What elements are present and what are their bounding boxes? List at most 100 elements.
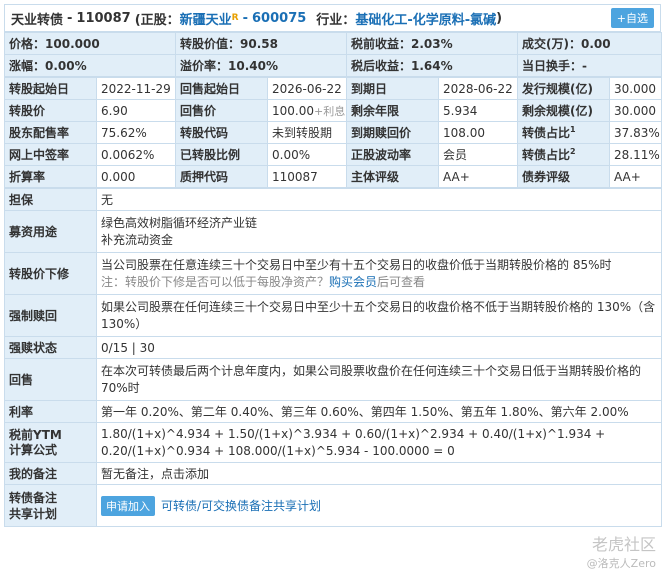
share-plan-link[interactable]: 可转债/可交换债备注共享计划 (161, 499, 321, 513)
issue-size-value: 30.000 (609, 77, 662, 100)
info-row: 网上中签率 0.0062% 已转股比例 0.00% 正股波动率 会员 转债占比2… (4, 143, 662, 166)
bond-ratio2-value: 28.11% (609, 143, 662, 166)
issue-size-label: 发行规模(亿) (517, 77, 610, 100)
volume-value: 0.00 (580, 37, 611, 51)
put-price-value: 100.00 (272, 103, 314, 118)
quote-row: 涨幅：0.00% 溢价率：10.40% 税后收益：1.64% 当日换手：- (4, 54, 662, 77)
put-price-extra: +利息 (314, 104, 346, 118)
info-row: 转股价 6.90 回售价 100.00+利息 剩余年限 5.934 剩余规模(亿… (4, 99, 662, 122)
reset-clause: 当公司股票在任意连续三十个交易日中至少有十五个交易日的收盘价低于当期转股价格的 … (101, 257, 612, 272)
ytm-formula: 1.80/(1+x)^4.934 + 1.50/(1+x)^3.934 + 0.… (96, 422, 662, 463)
bond-ratio2-sup: 2 (570, 147, 576, 156)
discount-rate-value: 0.000 (96, 165, 176, 188)
redeem-clause: 如果公司股票在任何连续三十个交易日中至少十五个交易日的收盘价格不低于当期转股价格… (96, 294, 662, 337)
issuer-rating-value: AA+ (438, 165, 518, 188)
industry-prefix: 行业： (316, 12, 356, 28)
detail-row: 强制赎回 如果公司股票在任何连续三十个交易日中至少十五个交易日的收盘价格不低于当… (4, 294, 662, 337)
apply-button[interactable]: 申请加入 (101, 495, 155, 516)
stock-name-link[interactable]: 新疆天业 (180, 9, 232, 28)
detail-table: 担保 无 募资用途 绿色高效树脂循环经济产业链 补充流动资金 转股价下修 当公司股… (4, 188, 662, 527)
turnover-label: 当日换手： (522, 59, 583, 73)
pledge-code-label: 质押代码 (175, 165, 268, 188)
industry-link[interactable]: 基础化工-化学原料-氯碱 (355, 9, 496, 28)
converted-ratio-label: 已转股比例 (175, 143, 268, 166)
detail-row: 税前YTM 计算公式 1.80/(1+x)^4.934 + 1.50/(1+x)^… (4, 422, 662, 463)
bond-detail-panel: 天业转债 - 110087 (正股： 新疆天业 R - 600075 行业： 基… (4, 4, 662, 527)
discount-rate-label: 折算率 (4, 165, 97, 188)
detail-row: 转债备注 共享计划 申请加入 可转债/可交换债备注共享计划 (4, 484, 662, 527)
placement-rate-label: 股东配售率 (4, 121, 97, 144)
add-watchlist-button[interactable]: +自选 (610, 8, 654, 28)
volatility-label: 正股波动率 (346, 143, 439, 166)
rate-value: 第一年 0.20%、第二年 0.40%、第三年 0.60%、第四年 1.50%、… (96, 400, 662, 423)
detail-row: 我的备注 暂无备注，点击添加 (4, 462, 662, 485)
redeem-status-label: 强赎状态 (4, 336, 97, 359)
bond-code: 110087 (76, 10, 131, 26)
bond-ratio1-sup: 1 (570, 125, 576, 134)
info-row: 转股起始日 2022-11-29 回售起始日 2026-06-22 到期日 20… (4, 77, 662, 100)
funds-item: 补充流动资金 (101, 232, 174, 247)
pretax-yield-value: 2.03% (411, 37, 453, 51)
price-label: 价格： (9, 37, 46, 51)
conv-start-value: 2022-11-29 (96, 77, 176, 100)
r-badge: R (231, 13, 239, 23)
premium-value: 10.40% (228, 59, 278, 73)
conv-value: 90.58 (240, 37, 278, 51)
detail-row: 担保 无 (4, 188, 662, 211)
conv-price-value: 6.90 (96, 99, 176, 122)
aftertax-yield-value: 1.64% (411, 59, 453, 73)
share-label: 转债备注 (9, 490, 58, 505)
remaining-size-value: 30.000 (609, 99, 662, 122)
pledge-code-value: 110087 (267, 165, 347, 188)
bond-ratio1-label: 转债占比 (522, 126, 571, 140)
bond-ratio1-value: 37.83% (609, 121, 662, 144)
close-paren: ) (496, 10, 503, 26)
premium-label: 溢价率： (180, 59, 229, 73)
conv-code-label: 转股代码 (175, 121, 268, 144)
remaining-size-label: 剩余规模(亿) (517, 99, 610, 122)
putback-label: 回售 (4, 358, 97, 401)
guarantee-value: 无 (96, 188, 662, 211)
put-start-label: 回售起始日 (175, 77, 268, 100)
stock-code-link[interactable]: 600075 (252, 11, 306, 26)
reset-note-suffix: 后可查看 (377, 274, 426, 289)
bond-rating-label: 债券评级 (517, 165, 610, 188)
share-label-2: 共享计划 (9, 506, 58, 521)
volatility-member-link[interactable]: 会员 (438, 143, 518, 166)
put-start-value: 2026-06-22 (267, 77, 347, 100)
buy-member-link[interactable]: 购买会员 (329, 275, 377, 289)
reset-note: 注：转股价下修是否可以低于每股净资产？ (101, 274, 330, 289)
remaining-years-label: 剩余年限 (346, 99, 439, 122)
info-grid: 转股起始日 2022-11-29 回售起始日 2026-06-22 到期日 20… (4, 77, 662, 188)
info-row: 折算率 0.000 质押代码 110087 主体评级 AA+ 债券评级 AA+ (4, 165, 662, 188)
aftertax-yield-label: 税后收益： (351, 59, 412, 73)
quote-row: 价格：100.000 转股价值：90.58 税前收益：2.03% 成交(万)：0… (4, 32, 662, 55)
issuer-rating-label: 主体评级 (346, 165, 439, 188)
detail-row: 利率 第一年 0.20%、第二年 0.40%、第三年 0.60%、第四年 1.5… (4, 400, 662, 423)
info-row: 股东配售率 75.62% 转股代码 未到转股期 到期赎回价 108.00 转债占… (4, 121, 662, 144)
redeem-price-value: 108.00 (438, 121, 518, 144)
detail-row: 回售 在本次可转债最后两个计息年度内，如果公司股票收盘价在任何连续三十个交易日低… (4, 358, 662, 401)
funds-label: 募资用途 (4, 210, 97, 253)
guarantee-label: 担保 (4, 188, 97, 211)
rate-label: 利率 (4, 400, 97, 423)
redeem-price-label: 到期赎回价 (346, 121, 439, 144)
change-value: 0.00% (45, 59, 87, 73)
detail-row: 转股价下修 当公司股票在任意连续三十个交易日中至少有十五个交易日的收盘价低于当期… (4, 252, 662, 295)
bond-rating-value: AA+ (609, 165, 662, 188)
watermark-sub: @洛克人Zero (586, 557, 656, 570)
funds-item: 绿色高效树脂循环经济产业链 (101, 215, 258, 230)
watermark-main: 老虎社区 (591, 535, 656, 554)
volume-label: 成交(万)： (522, 37, 581, 51)
add-note-link[interactable]: 暂无备注，点击添加 (96, 462, 662, 485)
conv-code-value: 未到转股期 (267, 121, 347, 144)
title-bar: 天业转债 - 110087 (正股： 新疆天业 R - 600075 行业： 基… (4, 4, 661, 32)
reset-label: 转股价下修 (4, 252, 97, 295)
note-label: 我的备注 (4, 462, 97, 485)
lottery-rate-value: 0.0062% (96, 143, 176, 166)
bond-ratio2-label: 转债占比 (522, 148, 571, 162)
change-label: 涨幅： (9, 59, 46, 73)
ytm-label: 税前YTM (9, 427, 62, 442)
price-value: 100.000 (45, 37, 100, 51)
ytm-label-2: 计算公式 (9, 442, 58, 457)
